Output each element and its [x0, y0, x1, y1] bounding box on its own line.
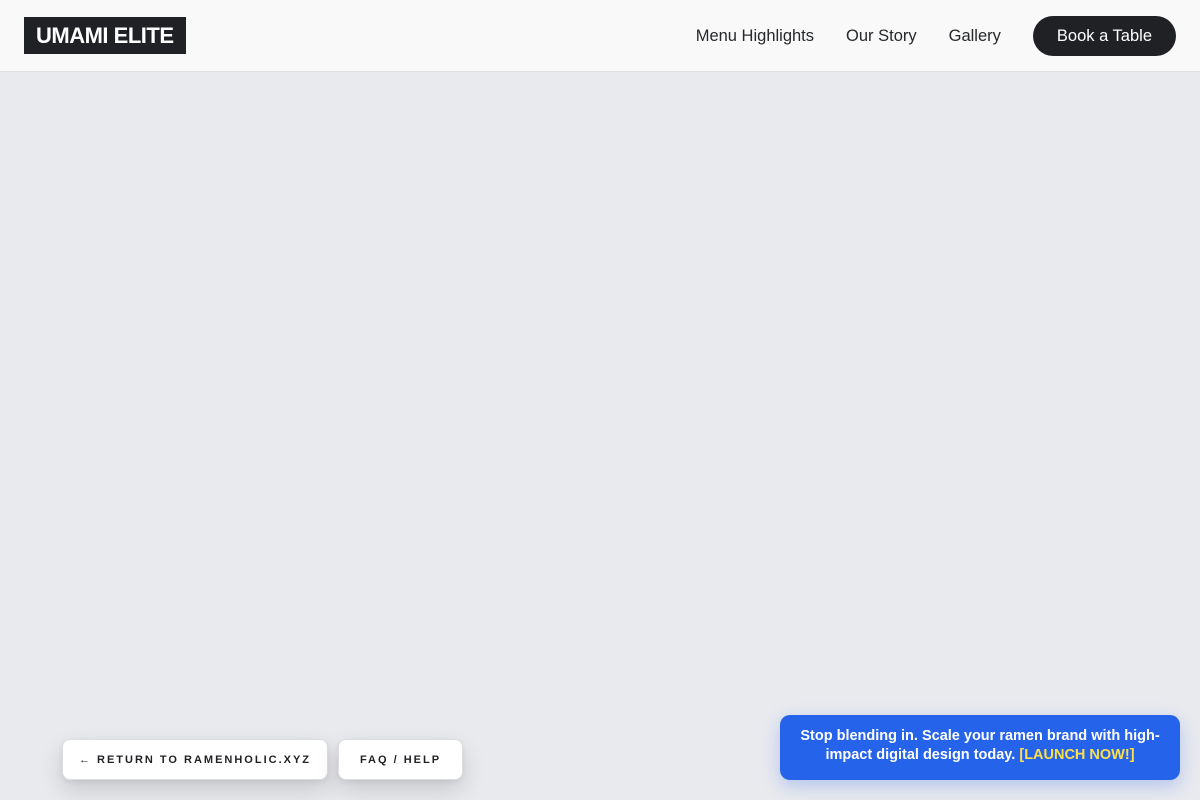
- faq-help-button[interactable]: FAQ / HELP: [338, 739, 463, 780]
- nav-link-gallery[interactable]: Gallery: [949, 16, 1001, 56]
- page: UMAMI ELITE Menu Highlights Our Story Ga…: [0, 0, 1200, 800]
- book-table-button[interactable]: Book a Table: [1032, 16, 1176, 56]
- promo-launch-link[interactable]: [LAUNCH NOW!]: [1019, 747, 1134, 763]
- brand-logo[interactable]: UMAMI ELITE: [24, 17, 186, 54]
- nav-link-our-story[interactable]: Our Story: [846, 16, 917, 56]
- main-nav: Menu Highlights Our Story Gallery Book a…: [696, 16, 1176, 56]
- promo-banner[interactable]: Stop blending in. Scale your ramen brand…: [780, 715, 1180, 780]
- nav-link-menu-highlights[interactable]: Menu Highlights: [696, 16, 814, 56]
- return-button[interactable]: ← RETURN TO RAMENHOLIC.XYZ: [62, 739, 328, 780]
- site-header: UMAMI ELITE Menu Highlights Our Story Ga…: [0, 0, 1200, 72]
